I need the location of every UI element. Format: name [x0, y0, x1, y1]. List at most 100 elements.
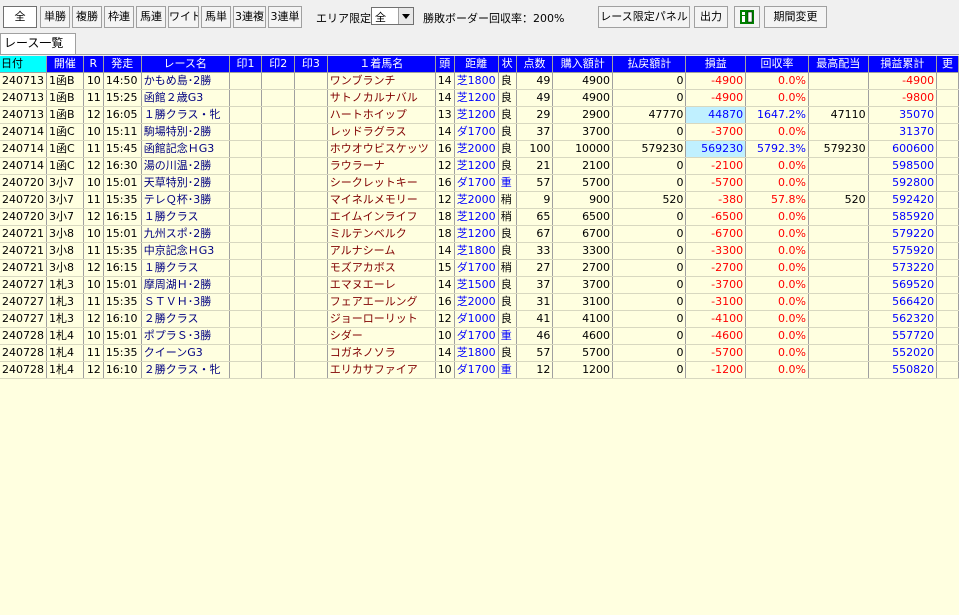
- cell-pay: 0: [612, 208, 687, 226]
- column-header[interactable]: 頭: [435, 56, 455, 73]
- cell-pay: 0: [612, 344, 687, 362]
- column-header[interactable]: 払戻額計: [612, 56, 687, 73]
- table-row[interactable]: 240721 3小8 11 15:35 中京記念ＨG3 アルナシーム 14 芝1800 良 33 3…: [0, 242, 959, 260]
- cell-cond: 良: [498, 344, 517, 362]
- period-change-button[interactable]: 期間変更: [764, 6, 827, 28]
- bet-type-trifecta-button[interactable]: 3連単: [268, 6, 302, 28]
- column-header[interactable]: 発走: [103, 56, 142, 73]
- cell-pay: 0: [612, 293, 687, 311]
- race-panel-button[interactable]: レース限定パネル: [598, 6, 690, 28]
- column-header[interactable]: 開催: [46, 56, 84, 73]
- cell-venue: 1函C: [46, 157, 84, 175]
- column-header[interactable]: 印3: [294, 56, 328, 73]
- bet-type-wide-button[interactable]: ワイド: [168, 6, 199, 28]
- column-header[interactable]: 状: [498, 56, 517, 73]
- cell-pl: -6700: [685, 225, 747, 243]
- cell-cum: 569520: [868, 276, 938, 294]
- cell-x: [936, 89, 959, 107]
- cell-race: １勝クラス: [141, 259, 230, 277]
- cell-cum: 585920: [868, 208, 938, 226]
- cell-time: 16:15: [103, 208, 142, 226]
- table-row[interactable]: 240728 1札4 12 16:10 ２勝クラス・牝 エリカサファイア 10 ダ1700 重 1…: [0, 361, 959, 379]
- cell-r: 12: [83, 310, 104, 328]
- column-header[interactable]: 損益: [685, 56, 747, 73]
- cell-rate: 57.8%: [745, 191, 809, 209]
- cell-x: [936, 191, 959, 209]
- column-header[interactable]: 日付: [0, 56, 47, 73]
- cell-cum: 35070: [868, 106, 938, 124]
- table-row[interactable]: 240728 1札4 11 15:35 クイーンG3 コガネノソラ 14 芝1800 良 57 57…: [0, 344, 959, 362]
- column-header[interactable]: 回収率: [745, 56, 809, 73]
- cell-venue: 1札3: [46, 293, 84, 311]
- column-header[interactable]: 距離: [454, 56, 499, 73]
- column-header[interactable]: 最高配当: [808, 56, 869, 73]
- table-row[interactable]: 240714 1函C 11 15:45 函館記念ＨG3 ホウオウビスケッツ 16 芝2000 良…: [0, 140, 959, 158]
- table-row[interactable]: 240728 1札4 10 15:01 ポプラＳ･3勝 シダー 10 ダ1700 重 46 4600…: [0, 327, 959, 345]
- cell-buy: 6700: [552, 225, 614, 243]
- cell-n: 14: [435, 123, 455, 141]
- cell-m3: [294, 276, 328, 294]
- table-row[interactable]: 240727 1札3 10 15:01 摩周湖Ｈ･2勝 エマヌエーレ 14 芝1500 良 37 3…: [0, 276, 959, 294]
- bet-type-exacta-button[interactable]: 馬単: [201, 6, 231, 28]
- cell-r: 12: [83, 361, 104, 379]
- column-header[interactable]: １着馬名: [327, 56, 436, 73]
- column-header[interactable]: 購入額計: [552, 56, 614, 73]
- cell-race: 函館２歳G3: [141, 89, 230, 107]
- table-row[interactable]: 240721 3小8 10 15:01 九州スポ･2勝 ミルテンベルク 18 芝1200 良 67…: [0, 225, 959, 243]
- column-header[interactable]: 印1: [229, 56, 263, 73]
- table-row[interactable]: 240727 1札3 12 16:10 ２勝クラス ジョーローリット 12 ダ1000 良 41 4…: [0, 310, 959, 328]
- cell-m2: [261, 208, 296, 226]
- cell-pl: -380: [685, 191, 747, 209]
- cell-m3: [294, 174, 328, 192]
- cell-pts: 31: [516, 293, 554, 311]
- cell-pts: 33: [516, 242, 554, 260]
- bet-type-trio-button[interactable]: 3連複: [233, 6, 266, 28]
- table-row[interactable]: 240721 3小8 12 16:15 １勝クラス モズアカボス 15 ダ1700 稍 27 270…: [0, 259, 959, 277]
- cell-cond: 良: [498, 157, 517, 175]
- table-row[interactable]: 240713 1函B 10 14:50 かもめ島･2勝 ワンブランチ 14 芝1800 良 49 4…: [0, 72, 959, 90]
- table-row[interactable]: 240720 3小7 12 16:15 １勝クラス エイムインライフ 18 芝1200 稍 65 6…: [0, 208, 959, 226]
- column-header[interactable]: レース名: [141, 56, 230, 73]
- bet-type-all-button[interactable]: 全: [3, 6, 37, 28]
- cell-date: 240720: [0, 191, 47, 209]
- area-label: エリア限定: [316, 12, 371, 25]
- table-row[interactable]: 240720 3小7 11 15:35 テレＱ杯･3勝 マイネルメモリー 12 芝2000 稍 9…: [0, 191, 959, 209]
- cell-cum: -4900: [868, 72, 938, 90]
- table-row[interactable]: 240713 1函B 11 15:25 函館２歳G3 サトノカルナバル 14 芝1200 良 49…: [0, 89, 959, 107]
- output-button[interactable]: 出力: [694, 6, 728, 28]
- cell-x: [936, 208, 959, 226]
- column-header[interactable]: R: [83, 56, 104, 73]
- cell-dist: ダ1000: [454, 310, 499, 328]
- bet-type-bracket-button[interactable]: 枠連: [104, 6, 134, 28]
- export-button[interactable]: [734, 6, 760, 28]
- cell-rate: 0.0%: [745, 225, 809, 243]
- cell-cond: 良: [498, 72, 517, 90]
- bet-type-win-button[interactable]: 単勝: [40, 6, 70, 28]
- column-header[interactable]: 点数: [516, 56, 554, 73]
- chevron-down-icon[interactable]: [398, 8, 413, 24]
- bet-type-quinella-button[interactable]: 馬連: [136, 6, 166, 28]
- cell-pay: 0: [612, 89, 687, 107]
- cell-race: 函館記念ＨG3: [141, 140, 230, 158]
- column-header[interactable]: 損益累計: [868, 56, 938, 73]
- table-row[interactable]: 240714 1函C 10 15:11 駒場特別･2勝 レッドラグラス 14 ダ1700 良 37…: [0, 123, 959, 141]
- cell-m1: [229, 242, 263, 260]
- tab-race-list[interactable]: レース一覧: [0, 33, 76, 54]
- table-row[interactable]: 240714 1函C 12 16:30 湯の川温･2勝 ラウラーナ 12 芝1200 良 21 21…: [0, 157, 959, 175]
- table-row[interactable]: 240713 1函B 12 16:05 １勝クラス・牝 ハートホイップ 13 芝1200 良 29…: [0, 106, 959, 124]
- cell-race: 九州スポ･2勝: [141, 225, 230, 243]
- cell-m3: [294, 208, 328, 226]
- bet-type-place-button[interactable]: 複勝: [72, 6, 102, 28]
- table-row[interactable]: 240720 3小7 10 15:01 天草特別･2勝 シークレットキー 16 ダ1700 重 5…: [0, 174, 959, 192]
- cell-pts: 49: [516, 89, 554, 107]
- cell-pay: 0: [612, 72, 687, 90]
- cell-buy: 2900: [552, 106, 614, 124]
- column-header[interactable]: 更: [936, 56, 959, 73]
- cell-time: 16:10: [103, 310, 142, 328]
- cell-date: 240721: [0, 225, 47, 243]
- area-select[interactable]: 全: [371, 7, 414, 25]
- cell-m1: [229, 191, 263, 209]
- cell-venue: 3小7: [46, 191, 84, 209]
- column-header[interactable]: 印2: [261, 56, 296, 73]
- table-row[interactable]: 240727 1札3 11 15:35 ＳＴＶＨ･3勝 フェアエールング 16 芝2000 良 3…: [0, 293, 959, 311]
